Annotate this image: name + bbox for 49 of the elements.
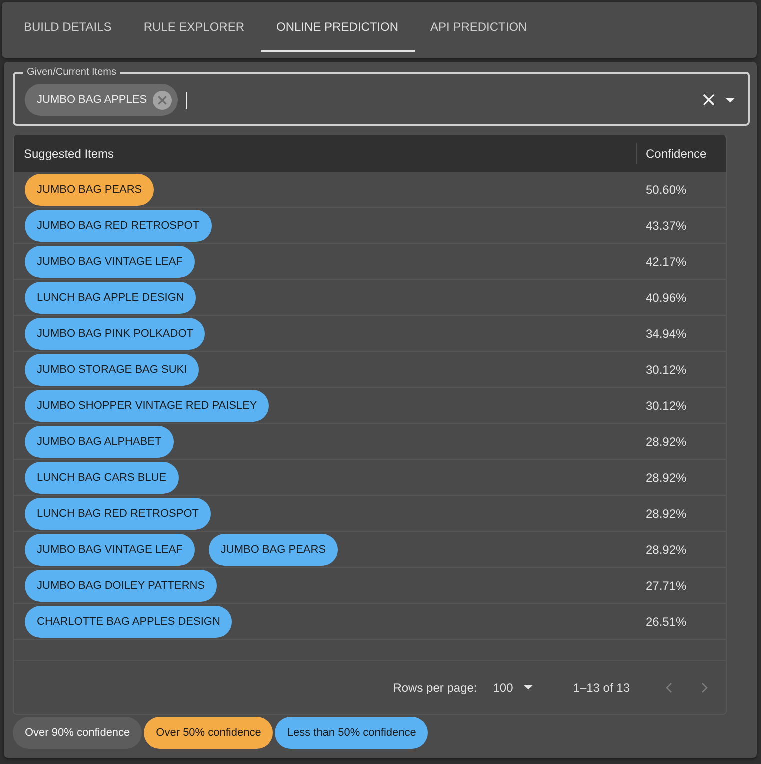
item-chip: JUMBO BAG VINTAGE LEAF <box>25 534 195 566</box>
item-chip: JUMBO SHOPPER VINTAGE RED PAISLEY <box>25 390 270 422</box>
text-cursor-icon <box>186 92 188 108</box>
item-chip: JUMBO BAG PEARS <box>25 174 154 206</box>
legend-chip: Over 90% confidence <box>13 717 142 749</box>
item-chip: JUMBO BAG PEARS <box>208 534 338 566</box>
item-chip: JUMBO BAG RED RETROSPOT <box>25 210 212 242</box>
column-header: Confidence <box>636 135 726 172</box>
table-cell-text: 50.60% <box>645 182 688 198</box>
table-cell-text: 28.92% <box>645 470 688 486</box>
table-cell-text: 28.92% <box>645 506 688 522</box>
rows-per-page-label: Rows per page: <box>393 680 478 694</box>
tab[interactable]: RULE EXPLORER <box>128 2 261 52</box>
item-chip: LUNCH BAG APPLE DESIGN <box>25 282 196 314</box>
item-chip: JUMBO STORAGE BAG SUKI <box>25 354 200 386</box>
item-chip: JUMBO BAG PINK POLKADOT <box>25 318 206 350</box>
chevron-right-icon <box>702 682 708 692</box>
tab[interactable]: ONLINE PREDICTION <box>260 2 415 52</box>
chip-label: JUMBO BAG APPLES <box>37 94 148 106</box>
item-chip[interactable]: JUMBO BAG APPLES <box>25 84 178 116</box>
table-cell-text: 42.17% <box>645 254 688 270</box>
page-range: 1–13 of 13 <box>573 680 630 694</box>
table-cell-text: 30.12% <box>645 398 688 414</box>
remove-icon[interactable] <box>153 90 172 110</box>
legend-chip: Less than 50% confidence <box>275 717 428 749</box>
clear-icon[interactable] <box>703 94 715 106</box>
tab[interactable]: BUILD DETAILS <box>8 2 128 52</box>
table-cell-text: 28.92% <box>645 542 688 558</box>
item-chip: CHARLOTTE BAG APPLES DESIGN <box>25 606 232 638</box>
item-chip: LUNCH BAG CARS BLUE <box>25 462 179 494</box>
item-chip: JUMBO BAG DOILEY PATTERNS <box>25 570 218 602</box>
item-chip: JUMBO BAG ALPHABET <box>25 426 174 458</box>
item-chip: LUNCH BAG RED RETROSPOT <box>25 498 211 530</box>
dropdown-icon[interactable] <box>726 98 735 102</box>
item-chip: JUMBO BAG VINTAGE LEAF <box>25 246 195 278</box>
caret-icon <box>524 685 534 690</box>
legend-chip: Over 50% confidence <box>144 717 274 749</box>
field-label: Given/Current Items <box>26 66 118 79</box>
table-cell-text: 43.37% <box>645 218 688 234</box>
table-cell-text: 34.94% <box>645 326 688 342</box>
table-cell-text: 30.12% <box>645 362 688 378</box>
rows-per-page-select[interactable]: 100 <box>493 680 534 694</box>
chevron-left-icon <box>666 682 672 692</box>
table-cell-text: 40.96% <box>645 290 688 306</box>
table-cell-text: 28.92% <box>645 434 688 450</box>
input-field[interactable]: Given/Current Items JUMBO BAG APPLES <box>13 66 750 126</box>
tab[interactable]: API PREDICTION <box>414 2 544 52</box>
table-cell-text: 27.71% <box>645 578 688 594</box>
table-cell-text: 26.51% <box>645 614 688 630</box>
